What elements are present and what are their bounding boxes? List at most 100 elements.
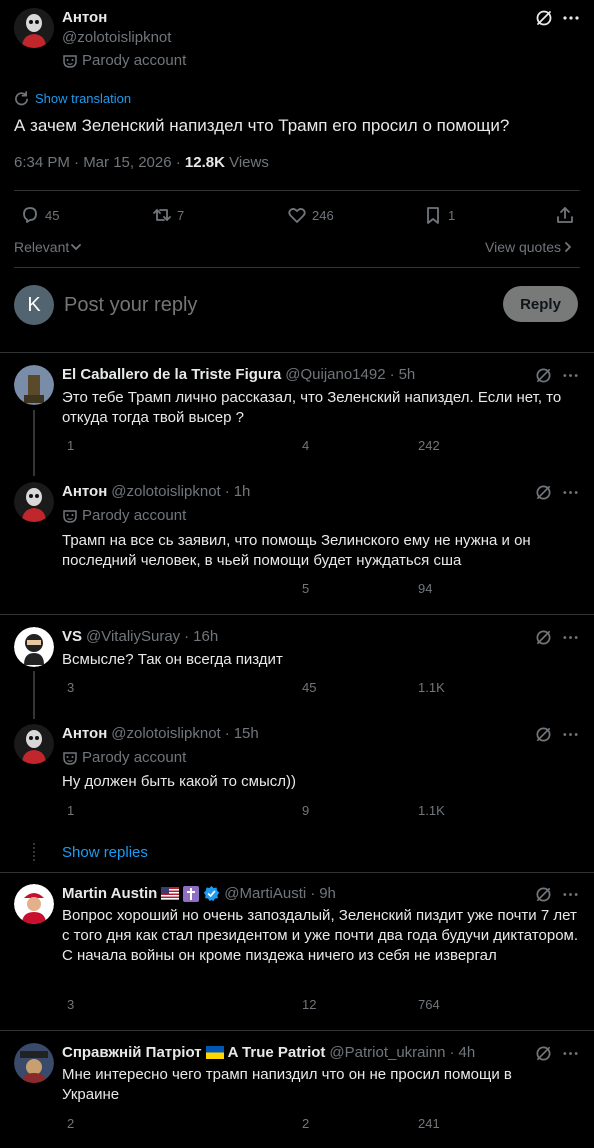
post-time[interactable]: 6:34 PM · Mar 15, 2026 ·: [14, 154, 185, 171]
reply-author-handle[interactable]: @VitaliySuray: [86, 628, 180, 645]
views-count: 1.1K: [418, 680, 445, 695]
reply-author-handle[interactable]: @zolotoislipknot: [111, 483, 220, 500]
reply-button[interactable]: Reply: [503, 286, 578, 322]
avatar[interactable]: [14, 884, 54, 924]
more-icon[interactable]: [562, 726, 579, 743]
reply-input[interactable]: [64, 290, 484, 320]
parody-label: Parody account: [62, 507, 186, 524]
reply-time[interactable]: 4h: [459, 1044, 476, 1061]
grok-slash-icon[interactable]: [535, 1045, 552, 1062]
reply-author-handle[interactable]: @Patriot_ukrainn: [329, 1044, 445, 1061]
verified-icon[interactable]: [203, 885, 220, 902]
show-translation-label[interactable]: Show translation: [35, 91, 131, 106]
reply-author-name[interactable]: Справжній Патріот: [62, 1044, 202, 1061]
reply-author-name[interactable]: Martin Austin: [62, 885, 157, 902]
reply-author-name[interactable]: VS: [62, 628, 82, 645]
author-avatar[interactable]: [14, 8, 54, 48]
grok-slash-icon[interactable]: [535, 886, 552, 903]
like-icon: [288, 208, 306, 223]
views-action[interactable]: 1.1K: [413, 803, 445, 818]
grok-slash-icon[interactable]: [535, 484, 552, 501]
us-flag-icon: [161, 887, 180, 900]
reply-text: Всмысле? Так он всегда пиздит: [62, 651, 283, 668]
chevron-right-icon: [565, 242, 571, 252]
reply-author-handle[interactable]: @Quijano1492: [285, 366, 385, 383]
like-count: 5: [302, 581, 310, 596]
reply-button-label[interactable]: Reply: [520, 296, 561, 313]
reply-author-handle[interactable]: @MartiAusti: [224, 885, 306, 902]
grok-slash-icon[interactable]: [535, 9, 553, 27]
avatar[interactable]: [14, 724, 54, 764]
reply-header: Martin Austin @MartiAusti · 9h: [62, 885, 336, 902]
avatar[interactable]: [14, 482, 54, 522]
views-action[interactable]: 241: [413, 1116, 440, 1131]
avatar[interactable]: [14, 627, 54, 667]
like-action[interactable]: 4: [297, 438, 309, 453]
reply-author-name[interactable]: Антон: [62, 725, 107, 742]
grok-slash-icon[interactable]: [535, 726, 552, 743]
views-action[interactable]: 1.1K: [413, 680, 445, 695]
parody-text: Parody account: [82, 507, 187, 524]
reply-time[interactable]: 15h: [234, 725, 259, 742]
more-icon[interactable]: [562, 1045, 579, 1062]
share-icon[interactable]: [555, 205, 575, 225]
views-count: 242: [418, 438, 440, 453]
avatar[interactable]: [14, 1043, 54, 1083]
reply-time[interactable]: 5h: [399, 366, 416, 383]
composer-avatar: K: [14, 285, 54, 325]
reply-action[interactable]: 1: [62, 803, 74, 818]
reply-action[interactable]: 45: [20, 205, 59, 225]
bookmark-action[interactable]: 1: [423, 205, 455, 225]
reply-action[interactable]: 3: [62, 680, 74, 695]
more-icon[interactable]: [562, 886, 579, 903]
view-quotes[interactable]: View quotes: [485, 239, 572, 255]
grok-slash-icon[interactable]: [535, 367, 552, 384]
views-action[interactable]: 764: [413, 997, 440, 1012]
like-count: 4: [302, 438, 310, 453]
more-icon[interactable]: [562, 629, 579, 646]
sort-relevant-label[interactable]: Relevant: [14, 239, 69, 255]
like-action[interactable]: 45: [297, 680, 316, 695]
more-icon[interactable]: [562, 9, 580, 27]
more-icon[interactable]: [562, 367, 579, 384]
reply-author-handle[interactable]: @zolotoislipknot: [111, 725, 220, 742]
reply-count: 3: [67, 997, 75, 1012]
reply-time[interactable]: 16h: [193, 628, 218, 645]
bookmark-count: 1: [448, 207, 456, 223]
reply-time[interactable]: 1h: [234, 483, 251, 500]
like-action[interactable]: 246: [287, 205, 334, 225]
cross-icon: [183, 885, 200, 902]
parody-label: Parody account: [62, 52, 186, 69]
reply-header: Антон @zolotoislipknot · 15h: [62, 725, 259, 742]
more-icon[interactable]: [562, 484, 579, 501]
reply-author-name-suffix[interactable]: A True Patriot: [228, 1044, 326, 1061]
reply-count: 1: [67, 803, 75, 818]
avatar[interactable]: [14, 365, 54, 405]
sort-relevant[interactable]: Relevant: [14, 239, 82, 255]
grok-slash-icon[interactable]: [535, 629, 552, 646]
reply-time[interactable]: 9h: [319, 885, 336, 902]
reply-author-name[interactable]: Антон: [62, 483, 107, 500]
chevron-down-icon: [71, 244, 82, 250]
repost-action[interactable]: 7: [152, 205, 184, 225]
views-action[interactable]: 242: [413, 438, 440, 453]
like-count: 45: [302, 680, 317, 695]
show-translation[interactable]: Show translation: [14, 91, 131, 106]
like-action[interactable]: 2: [297, 1116, 309, 1131]
reply-action[interactable]: 2: [62, 1116, 74, 1131]
reply-author-name[interactable]: El Caballero de la Triste Figura: [62, 366, 281, 383]
author-name[interactable]: Антон: [62, 9, 107, 26]
views-count: 764: [418, 997, 440, 1012]
like-action[interactable]: 5: [297, 581, 309, 596]
reply-header: Справжній Патріот A True Patriot @Patrio…: [62, 1044, 476, 1061]
view-quotes-label[interactable]: View quotes: [485, 239, 561, 255]
show-replies-link[interactable]: Show replies: [62, 844, 148, 861]
author-handle[interactable]: @zolotoislipknot: [62, 29, 171, 46]
like-action[interactable]: 12: [297, 997, 316, 1012]
reply-action[interactable]: 1: [62, 438, 74, 453]
parody-text: Parody account: [82, 749, 187, 766]
reply-action[interactable]: 3: [62, 997, 74, 1012]
post-text: А зачем Зеленский напиздел что Трамп его…: [14, 116, 510, 135]
views-action[interactable]: 94: [413, 581, 432, 596]
like-action[interactable]: 9: [297, 803, 309, 818]
